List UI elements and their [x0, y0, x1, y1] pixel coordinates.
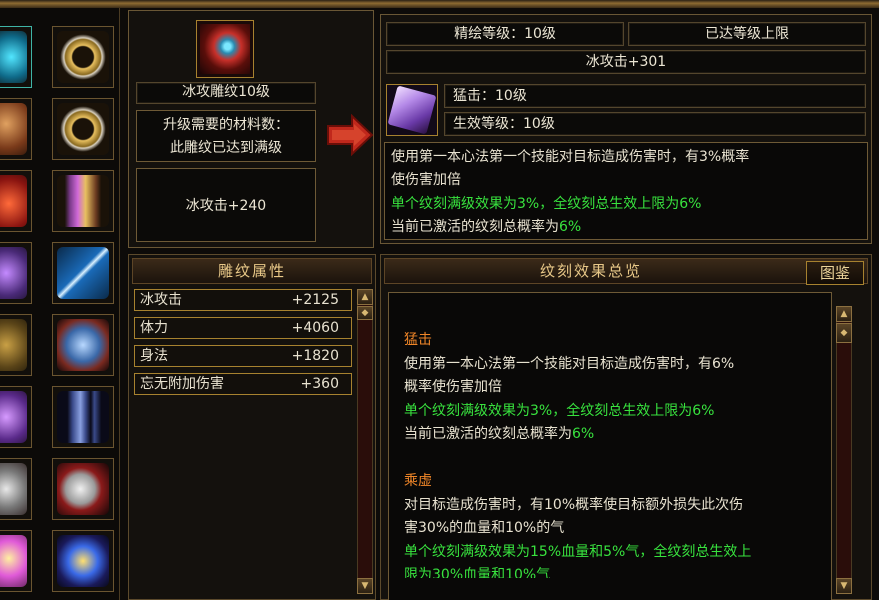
- effect-full-line: 限为30%血量和10%气: [404, 567, 551, 578]
- item-slot[interactable]: [0, 98, 32, 160]
- right-arrow-icon: [326, 113, 374, 157]
- material-label: 升级需要的材料数：: [163, 117, 289, 133]
- overview-header: 纹刻效果总览: [384, 258, 868, 284]
- amulet-item-icon: [57, 535, 109, 587]
- attribute-value: +2125: [291, 292, 339, 308]
- attribute-value: +1820: [291, 348, 339, 364]
- effect-line: 概率使伤害加倍: [404, 379, 502, 395]
- max-level-status: 已达等级上限: [628, 22, 866, 46]
- engraving-name: 冰攻雕纹10级: [136, 82, 316, 104]
- item-slot[interactable]: [0, 242, 32, 304]
- jade-pendant-icon: [0, 463, 27, 515]
- effect-active-prefix: 当前已激活的纹刻总概率为: [404, 426, 572, 442]
- item-slot[interactable]: [0, 386, 32, 448]
- item-slot[interactable]: [52, 458, 114, 520]
- sword-item-icon: [57, 247, 109, 299]
- effect-active-line: 当前已激活的纹刻总概率为6%: [404, 423, 594, 447]
- current-stat-box: 冰攻击+240: [136, 168, 316, 242]
- item-slot[interactable]: [52, 26, 114, 88]
- bracer-item-icon: [57, 175, 109, 227]
- boots-item-icon: [57, 391, 109, 443]
- attribute-name: 冰攻击: [140, 292, 182, 308]
- item-slot[interactable]: [52, 386, 114, 448]
- scroll-thumb[interactable]: ◆: [357, 306, 373, 320]
- material-status: 此雕纹已达到满级: [170, 140, 282, 156]
- scroll-down-icon[interactable]: ▼: [357, 578, 373, 594]
- orb-item-icon: [0, 535, 27, 587]
- item-slot[interactable]: [52, 242, 114, 304]
- item-slot[interactable]: [0, 530, 32, 592]
- effect-line: 对目标造成伤害时，有10%概率使目标额外损失此次伤: [404, 497, 744, 513]
- chain-item-icon: [0, 247, 27, 299]
- material-requirement-box: 升级需要的材料数： 此雕纹已达到满级: [136, 110, 316, 162]
- item-slot[interactable]: [0, 458, 32, 520]
- attribute-value: +360: [300, 376, 339, 392]
- paint-level: 精绘等级：10级: [386, 22, 624, 46]
- gem-effect-level-text: 生效等级：10级: [453, 116, 555, 132]
- gem-desc-line: 使伤害加倍: [391, 172, 461, 188]
- attribute-name: 身法: [140, 348, 168, 364]
- ring-item-icon: [57, 103, 109, 155]
- scroll-thumb[interactable]: ◆: [836, 323, 852, 343]
- engraving-slot[interactable]: [196, 20, 254, 78]
- current-stat: 冰攻击+240: [185, 198, 267, 214]
- staff-item-icon: [0, 31, 27, 83]
- gem-active-prefix: 当前已激活的纹刻总概率为: [391, 219, 559, 235]
- bow-item-icon: [0, 175, 27, 227]
- overview-scrollbar[interactable]: [836, 306, 852, 594]
- effect-full-line: 单个纹刻满级效果为15%血量和5%气，全纹刻总生效上: [404, 544, 752, 560]
- next-stat: 冰攻击+301: [386, 50, 866, 74]
- attribute-row: 身法 +1820: [134, 345, 352, 367]
- scroll-up-icon[interactable]: ▲: [836, 306, 852, 322]
- attribute-name: 体力: [140, 320, 168, 336]
- gem-name-text: 猛击：10级: [453, 88, 527, 104]
- item-grid: [0, 8, 120, 600]
- gem-effect-level: 生效等级：10级: [444, 112, 866, 136]
- ring-item-icon: [57, 31, 109, 83]
- belt-item-icon: [0, 319, 27, 371]
- gem-active-value: 6%: [559, 219, 582, 235]
- attributes-scrollbar[interactable]: [357, 289, 373, 594]
- item-slot[interactable]: [0, 26, 32, 88]
- gem-active-line: 当前已激活的纹刻总概率为6%: [391, 216, 581, 240]
- blade-item-icon: [0, 391, 27, 443]
- attribute-name: 忘无附加伤害: [140, 376, 224, 392]
- gem-desc-line: 使用第一本心法第一个技能对目标造成伤害时，有3%概率: [391, 149, 750, 165]
- item-slot[interactable]: [52, 314, 114, 376]
- monster-portrait-icon: [0, 103, 27, 155]
- effect-line: 害30%的血量和10%的气: [404, 520, 565, 536]
- effect-clipped-line-wrap: 限为30%血量和10%气: [388, 562, 832, 578]
- attributes-header: 雕纹属性: [132, 258, 372, 284]
- jade-pendant-icon: [57, 463, 109, 515]
- crystal-gem-icon: [387, 85, 437, 135]
- gauntlet-item-icon: [57, 319, 109, 371]
- attribute-row: 忘无附加伤害 +360: [134, 373, 352, 395]
- attribute-row: 冰攻击 +2125: [134, 289, 352, 311]
- effect-title: 乘虚: [404, 473, 432, 489]
- item-slot[interactable]: [0, 314, 32, 376]
- catalog-button[interactable]: 图鉴: [806, 261, 864, 285]
- effect-active-value: 6%: [572, 426, 595, 442]
- catalog-button-label: 图鉴: [819, 264, 850, 282]
- scroll-down-icon[interactable]: ▼: [836, 578, 852, 594]
- effect-full-line: 单个纹刻满级效果为3%，全纹刻总生效上限为6%: [404, 403, 715, 419]
- item-slot[interactable]: [52, 98, 114, 160]
- gem-description-box: 使用第一本心法第一个技能对目标造成伤害时，有3%概率 使伤害加倍 单个纹刻满级效…: [384, 142, 868, 240]
- engraving-staff-icon: [200, 24, 250, 74]
- gem-name: 猛击：10级: [444, 84, 866, 108]
- attribute-value: +4060: [291, 320, 339, 336]
- item-slot[interactable]: [0, 170, 32, 232]
- item-slot[interactable]: [52, 530, 114, 592]
- effect-title: 猛击: [404, 332, 432, 348]
- effect-line: 使用第一本心法第一个技能对目标造成伤害时，有6%: [404, 356, 735, 372]
- attribute-row: 体力 +4060: [134, 317, 352, 339]
- item-slot[interactable]: [52, 170, 114, 232]
- top-border: [0, 0, 879, 8]
- gem-slot[interactable]: [386, 84, 438, 136]
- scroll-up-icon[interactable]: ▲: [357, 289, 373, 305]
- gem-full-level-line: 单个纹刻满级效果为3%，全纹刻总生效上限为6%: [391, 196, 702, 212]
